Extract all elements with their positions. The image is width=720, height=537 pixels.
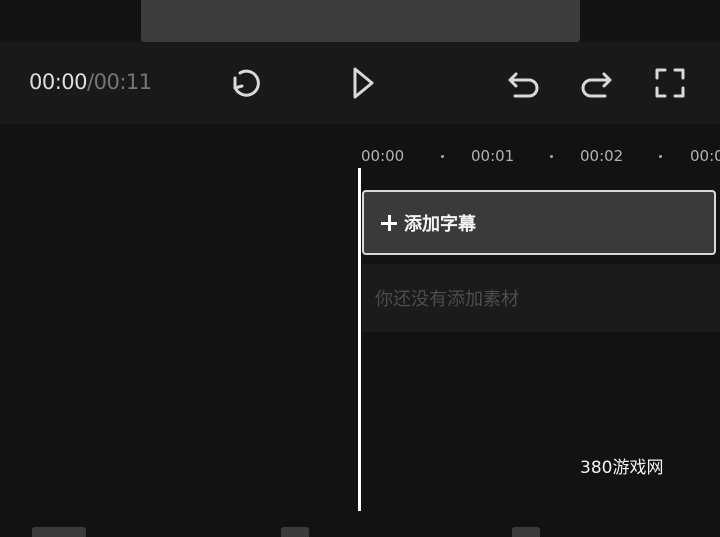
empty-material-text: 你还没有添加素材 — [375, 289, 519, 310]
ruler-tick — [659, 155, 662, 158]
undo-icon — [508, 72, 539, 98]
material-track[interactable]: 你还没有添加素材 — [362, 264, 720, 332]
fullscreen-button[interactable] — [650, 63, 690, 103]
ruler-tick — [550, 155, 553, 158]
add-caption-button[interactable]: 添加字幕 — [362, 190, 716, 255]
reset-icon — [233, 69, 260, 97]
time-display: 00:00/00:11 — [29, 70, 152, 94]
ruler-label-0: 00:00 — [361, 147, 405, 165]
fullscreen-icon — [655, 68, 685, 98]
ruler-label-2: 00:02 — [580, 147, 624, 165]
bottom-tool-partial[interactable] — [512, 527, 540, 537]
total-duration: 00:11 — [93, 70, 153, 94]
add-caption-label: 添加字幕 — [404, 213, 476, 235]
time-separator: / — [87, 70, 94, 94]
bottom-tool-partial[interactable] — [32, 527, 86, 537]
redo-button[interactable] — [576, 63, 616, 103]
play-icon — [353, 67, 374, 99]
video-preview — [141, 0, 580, 42]
ruler-label-3: 00:0 — [690, 147, 720, 165]
undo-button[interactable] — [504, 63, 544, 103]
ruler-tick — [441, 155, 444, 158]
playhead[interactable] — [358, 168, 361, 511]
plus-icon — [379, 213, 399, 233]
reset-button[interactable] — [226, 63, 266, 103]
redo-icon — [581, 72, 612, 98]
ruler-label-1: 00:01 — [471, 147, 515, 165]
bottom-tool-partial[interactable] — [281, 527, 309, 537]
play-button[interactable] — [342, 63, 382, 103]
current-time: 00:00 — [29, 70, 88, 94]
watermark: 380游戏网 — [580, 458, 664, 478]
